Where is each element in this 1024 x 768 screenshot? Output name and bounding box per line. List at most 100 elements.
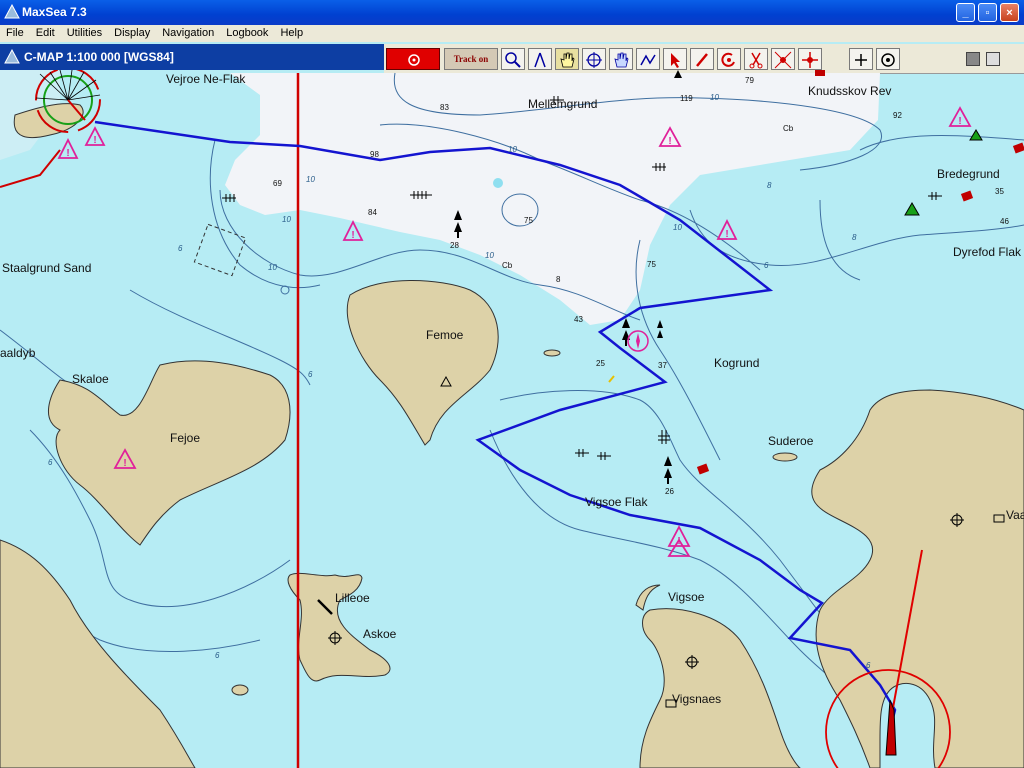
plus-icon: [855, 54, 867, 66]
sounding: 8: [556, 275, 561, 284]
menu-bar: File Edit Utilities Display Navigation Logboo…: [0, 25, 1024, 42]
svg-text:!: !: [93, 135, 96, 146]
place-vejroe-ne-flak: Vejroe Ne-Flak: [166, 72, 246, 86]
sounding: 28: [450, 241, 459, 250]
mark-button[interactable]: [717, 48, 741, 70]
contour-label: 10: [306, 175, 315, 184]
cut-button[interactable]: [744, 48, 768, 70]
svg-text:!: !: [668, 136, 671, 147]
contour-label: 10: [282, 215, 291, 224]
close-button[interactable]: ×: [1000, 3, 1019, 22]
svg-text:!: !: [958, 116, 961, 127]
islet-suderoe: [772, 452, 798, 462]
menu-utilities[interactable]: Utilities: [61, 25, 108, 41]
contour-label: 6: [48, 458, 53, 467]
pencil-icon: [696, 53, 708, 67]
menu-navigation[interactable]: Navigation: [156, 25, 220, 41]
sounding: 119: [680, 94, 693, 103]
contour-label: 6: [215, 651, 220, 660]
menu-help[interactable]: Help: [274, 25, 309, 41]
menu-display[interactable]: Display: [108, 25, 156, 41]
chart-icon: [4, 49, 20, 64]
sounding: 79: [745, 76, 754, 85]
divider-button[interactable]: [528, 48, 552, 70]
island-femoe: [346, 280, 499, 446]
move-button[interactable]: [798, 48, 822, 70]
window-title: MaxSea 7.3: [22, 5, 87, 19]
sounding: 84: [368, 208, 377, 217]
mob-button[interactable]: [386, 48, 440, 70]
islet-femoe-s: [543, 349, 561, 357]
panel-toggle-1[interactable]: [966, 52, 980, 66]
menu-logbook[interactable]: Logbook: [220, 25, 274, 41]
svg-text:!: !: [725, 229, 728, 240]
contour-label: 8: [852, 233, 857, 242]
islet-south: [231, 684, 249, 696]
contour-label: 6: [764, 261, 769, 270]
panel-toggle-2[interactable]: [986, 52, 1000, 66]
island-fejoe: [47, 360, 291, 546]
svg-text:!: !: [123, 458, 126, 469]
pan-hand-icon: [560, 52, 575, 68]
chart-title-bar: C-MAP 1:100 000 [WGS84]: [0, 44, 384, 70]
contour-label: 6: [308, 370, 313, 379]
restore-button[interactable]: ▫: [978, 3, 997, 22]
svg-text:!: !: [66, 148, 69, 159]
zoom-button[interactable]: [501, 48, 525, 70]
scissors-icon: [749, 52, 763, 69]
track-on-label: Track on: [453, 54, 489, 64]
grab-icon: [614, 52, 629, 68]
pan-button[interactable]: [555, 48, 579, 70]
island-vigsoe-peninsula: [639, 608, 801, 768]
title-bar: MaxSea 7.3 _ ▫ ×: [0, 0, 1024, 25]
place-knudsskov-rev: Knudsskov Rev: [808, 84, 891, 98]
contour-label: 10: [710, 93, 719, 102]
pointer-icon: [671, 53, 680, 68]
place-suderoe: Suderoe: [768, 434, 814, 448]
target-button[interactable]: [876, 48, 900, 70]
target-icon: [881, 53, 895, 67]
chart-title: C-MAP 1:100 000 [WGS84]: [24, 50, 174, 64]
place-askoe: Askoe: [363, 627, 397, 641]
land-east: [811, 389, 1024, 768]
sounding: 35: [995, 187, 1004, 196]
island-vigsoe: [635, 584, 661, 611]
place-vigsoe: Vigsoe: [668, 590, 705, 604]
contour-label: 6: [178, 244, 183, 253]
nautical-chart[interactable]: !!!!!!!! Vejroe Ne-Flak Mellemgrund Knud…: [0, 70, 1024, 768]
minimize-button[interactable]: _: [956, 3, 975, 22]
place-fejoe: Fejoe: [170, 431, 200, 445]
sounding: 37: [658, 361, 667, 370]
add-button[interactable]: [849, 48, 873, 70]
place-vigsnaes: Vigsnaes: [672, 692, 721, 706]
place-femoe: Femoe: [426, 328, 464, 342]
contour-label: 6: [866, 661, 871, 670]
sounding: 69: [273, 179, 282, 188]
place-vaa: Vaa: [1006, 508, 1024, 522]
sounding: 75: [524, 216, 533, 225]
sounding: 43: [574, 315, 583, 324]
contour-label: 10: [508, 145, 517, 154]
menu-file[interactable]: File: [0, 25, 30, 41]
sounding: 25: [596, 359, 605, 368]
sounding: 92: [893, 111, 902, 120]
pencil-button[interactable]: [690, 48, 714, 70]
pointer-button[interactable]: [663, 48, 687, 70]
track-on-button[interactable]: Track on: [444, 48, 498, 70]
contour-label: 10: [268, 263, 277, 272]
route-button[interactable]: [636, 48, 660, 70]
waypoint-button[interactable]: [771, 48, 795, 70]
sounding: 46: [1000, 217, 1009, 226]
place-dyrefod-flak: Dyrefod Flak: [953, 245, 1022, 259]
sounding: 26: [665, 487, 674, 496]
contour-label: 10: [673, 223, 682, 232]
menu-edit[interactable]: Edit: [30, 25, 61, 41]
app-icon: [4, 4, 20, 19]
center-button[interactable]: [582, 48, 606, 70]
place-skaloe: Skaloe: [72, 372, 109, 386]
place-lilleoe: Lilleoe: [335, 591, 370, 605]
contour-label: 10: [485, 251, 494, 260]
zoom-icon: [505, 52, 521, 68]
grab-button[interactable]: [609, 48, 633, 70]
place-aaldyb: aaldyb: [0, 346, 36, 360]
